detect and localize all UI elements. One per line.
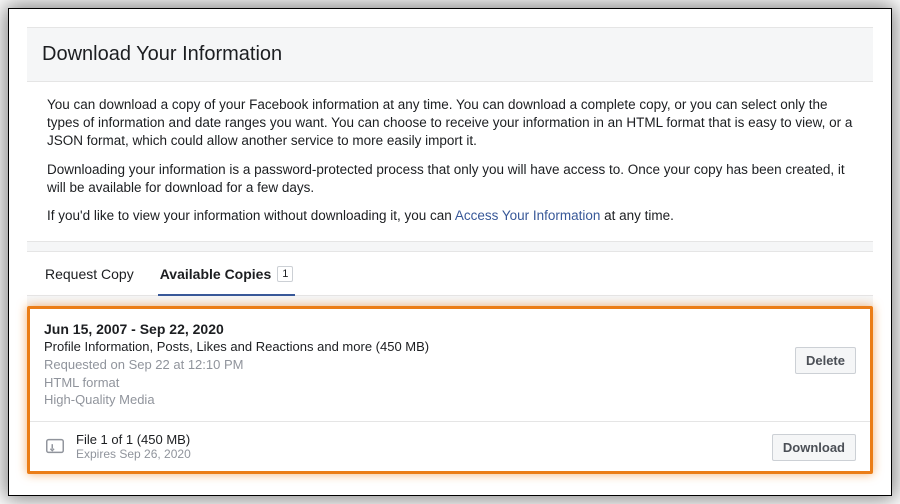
copy-summary: Jun 15, 2007 - Sep 22, 2020 Profile Info… [30, 309, 870, 422]
copy-description: Profile Information, Posts, Likes and Re… [44, 339, 856, 354]
tab-available-label: Available Copies [160, 266, 272, 282]
intro-paragraph-2: Downloading your information is a passwo… [47, 161, 853, 197]
intro-paragraph-1: You can download a copy of your Facebook… [47, 96, 853, 151]
download-button[interactable]: Download [772, 434, 856, 461]
section-gap-2 [27, 296, 873, 306]
file-row: File 1 of 1 (450 MB) Expires Sep 26, 202… [30, 422, 870, 471]
copy-date-range: Jun 15, 2007 - Sep 22, 2020 [44, 321, 856, 337]
available-count-badge: 1 [277, 266, 293, 282]
file-info: File 1 of 1 (450 MB) Expires Sep 26, 202… [76, 432, 856, 461]
copy-format: HTML format [44, 374, 856, 392]
copy-requested: Requested on Sep 22 at 12:10 PM [44, 356, 856, 374]
delete-button[interactable]: Delete [795, 347, 856, 374]
tab-available-copies[interactable]: Available Copies 1 [160, 252, 294, 295]
intro-p3-post: at any time. [600, 208, 674, 223]
intro-p3-pre: If you'd like to view your information w… [47, 208, 455, 223]
file-expires: Expires Sep 26, 2020 [76, 447, 856, 461]
section-gap [27, 242, 873, 252]
tabs-bar: Request Copy Available Copies 1 [27, 252, 873, 296]
tab-request-label: Request Copy [45, 266, 134, 282]
copy-quality: High-Quality Media [44, 391, 856, 409]
file-title: File 1 of 1 (450 MB) [76, 432, 856, 447]
access-your-information-link[interactable]: Access Your Information [455, 208, 601, 223]
page-header: Download Your Information [27, 27, 873, 82]
tab-request-copy[interactable]: Request Copy [45, 252, 134, 295]
intro-block: You can download a copy of your Facebook… [27, 82, 873, 242]
file-archive-icon [44, 435, 66, 457]
available-copy-card: Jun 15, 2007 - Sep 22, 2020 Profile Info… [27, 306, 873, 474]
intro-paragraph-3: If you'd like to view your information w… [47, 207, 853, 225]
page-title: Download Your Information [42, 43, 858, 66]
